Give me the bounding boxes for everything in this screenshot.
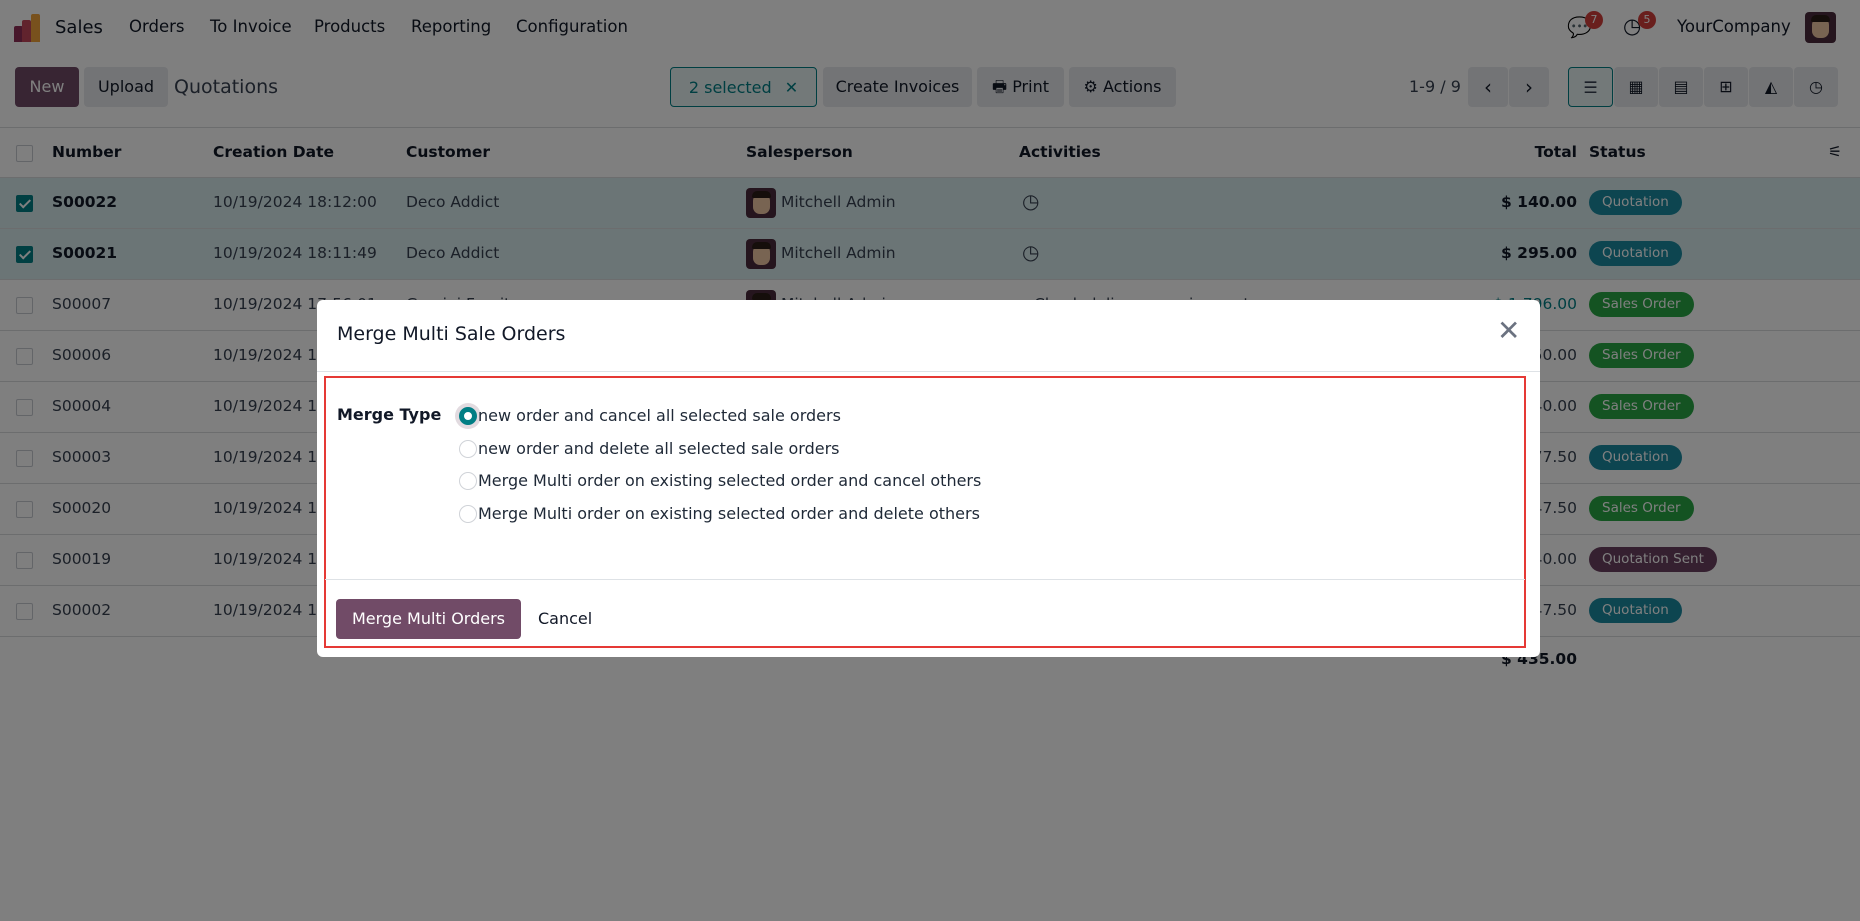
merge-dialog: Merge Multi Sale Orders ✕ Merge Type new… [317,300,1540,657]
footer-divider [325,579,1525,580]
merge-type-option-label[interactable]: new order and cancel all selected sale o… [478,406,841,425]
cancel-button[interactable]: Cancel [538,609,592,628]
merge-type-radio[interactable] [459,472,477,490]
merge-type-option-label[interactable]: Merge Multi order on existing selected o… [478,504,980,523]
merge-type-option-label[interactable]: Merge Multi order on existing selected o… [478,471,981,490]
merge-type-label: Merge Type [337,405,442,424]
merge-type-option-label[interactable]: new order and delete all selected sale o… [478,439,840,458]
merge-multi-orders-button[interactable]: Merge Multi Orders [336,599,521,639]
header-divider [317,371,1540,372]
dialog-title: Merge Multi Sale Orders [337,323,566,345]
merge-type-radio[interactable] [459,439,477,458]
merge-type-radio[interactable] [459,504,477,523]
merge-type-radio[interactable] [459,407,477,425]
close-icon[interactable]: ✕ [1497,314,1520,347]
